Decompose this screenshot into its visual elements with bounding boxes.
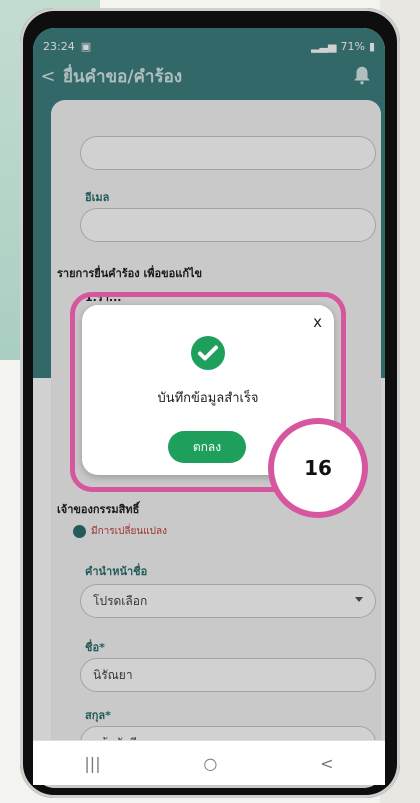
- system-nav-bar: ||| ○ <: [33, 740, 385, 785]
- success-message: บันทึกข้อมูลสำเร็จ: [157, 391, 259, 406]
- ok-button[interactable]: ตกลง: [168, 431, 246, 463]
- system-back-button[interactable]: <: [320, 754, 333, 773]
- home-button[interactable]: ○: [203, 754, 217, 773]
- check-circle-icon: [191, 336, 225, 370]
- recent-apps-button[interactable]: |||: [84, 754, 100, 773]
- step-badge: 16: [268, 418, 368, 518]
- close-icon[interactable]: x: [313, 313, 322, 331]
